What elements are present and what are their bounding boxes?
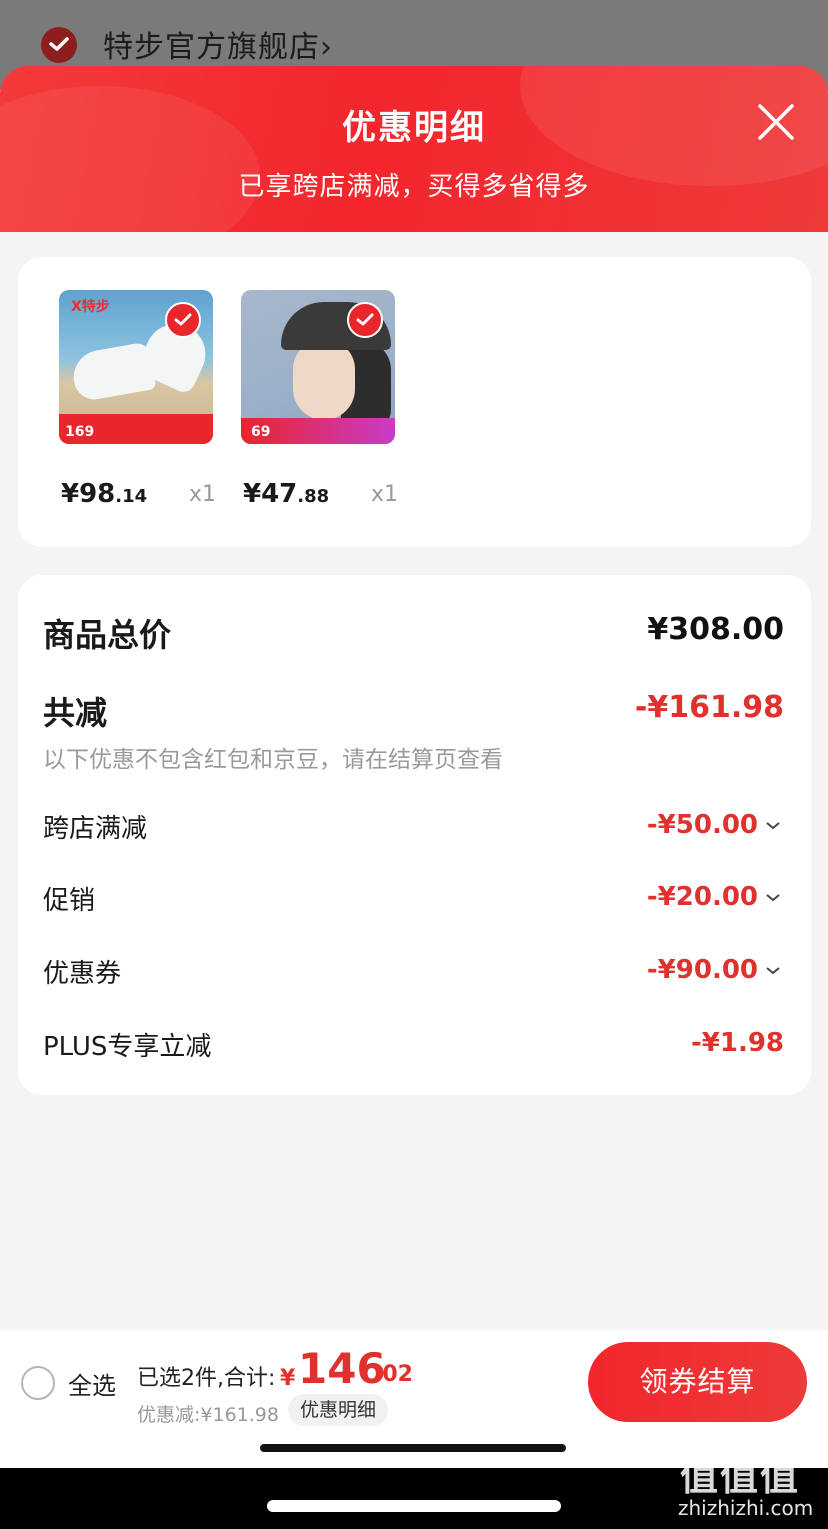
sheet-title: 优惠明细 xyxy=(342,108,486,148)
discount-item-label: 跨店满减 xyxy=(43,814,148,844)
total-reduction-label: 共减 xyxy=(43,694,108,732)
close-icon[interactable] xyxy=(756,102,796,142)
checkout-button[interactable]: 领券结算 xyxy=(588,1342,807,1422)
selected-count-text: 已选2件,合计: xyxy=(137,1366,276,1391)
product-quantity: x1 xyxy=(371,482,399,507)
total-amount-integer: 146 xyxy=(298,1344,386,1393)
discount-item-label: PLUS专享立减 xyxy=(43,1032,212,1062)
store-name[interactable]: 特步官方旗舰店› xyxy=(103,22,333,66)
promo-strip-price: 169 xyxy=(65,424,95,440)
total-currency: ¥ xyxy=(280,1366,296,1391)
promo-strip-price: 69 xyxy=(251,424,271,440)
product-checked-icon[interactable] xyxy=(347,302,383,338)
discount-item-coupon[interactable]: -¥90.00 xyxy=(647,955,780,985)
total-price-value: ¥308.00 xyxy=(647,612,784,647)
discount-item-label: 优惠券 xyxy=(43,959,122,989)
chevron-down-icon xyxy=(766,966,780,974)
sheet-subtitle: 已享跨店满减，买得多省得多 xyxy=(238,172,590,202)
chevron-down-icon xyxy=(766,821,780,829)
discount-item-label: 促销 xyxy=(43,886,96,916)
discount-summary: 优惠减:¥161.98 xyxy=(137,1404,279,1426)
product-image-cap[interactable]: 69 xyxy=(241,290,395,444)
discount-item-promotion[interactable]: -¥20.00 xyxy=(647,882,780,912)
total-amount-decimal: .02 xyxy=(374,1362,413,1387)
watermark-text: zhizhizhi.com xyxy=(678,1496,814,1520)
watermark-logo: 值值值 xyxy=(680,1455,801,1499)
product-price: ¥47.88 xyxy=(243,479,330,509)
chevron-right-icon: › xyxy=(320,30,333,65)
chevron-down-icon xyxy=(766,893,780,901)
discount-item-cross-store[interactable]: -¥50.00 xyxy=(647,810,780,840)
product-image-shoes[interactable]: X特步 169 xyxy=(59,290,213,444)
product-quantity: x1 xyxy=(189,482,217,507)
discount-item-plus: -¥1.98 xyxy=(690,1028,784,1058)
select-all-checkbox[interactable] xyxy=(21,1366,55,1400)
select-all-label[interactable]: 全选 xyxy=(68,1366,116,1401)
total-price-label: 商品总价 xyxy=(43,616,172,654)
price-summary-card: 商品总价 ¥308.00 共减 -¥161.98 以下优惠不包含红包和京豆，请在… xyxy=(18,575,811,1095)
face-graphic xyxy=(293,340,355,420)
discount-sheet-header: 优惠明细 已享跨店满减，买得多省得多 xyxy=(0,66,828,236)
reduction-note: 以下优惠不包含红包和京豆，请在结算页查看 xyxy=(43,747,503,773)
total-reduction-value: -¥161.98 xyxy=(634,690,784,725)
home-indicator[interactable] xyxy=(267,1500,561,1512)
products-card: X特步 169 ¥98.14 x1 69 ¥47.88 x1 xyxy=(18,257,811,547)
store-checked-icon[interactable] xyxy=(41,27,77,63)
product-checked-icon[interactable] xyxy=(165,302,201,338)
brand-logo: X特步 xyxy=(71,299,110,315)
discount-detail-button[interactable]: 优惠明细 xyxy=(288,1394,389,1426)
product-price: ¥98.14 xyxy=(61,479,148,509)
scroll-indicator xyxy=(260,1444,566,1452)
